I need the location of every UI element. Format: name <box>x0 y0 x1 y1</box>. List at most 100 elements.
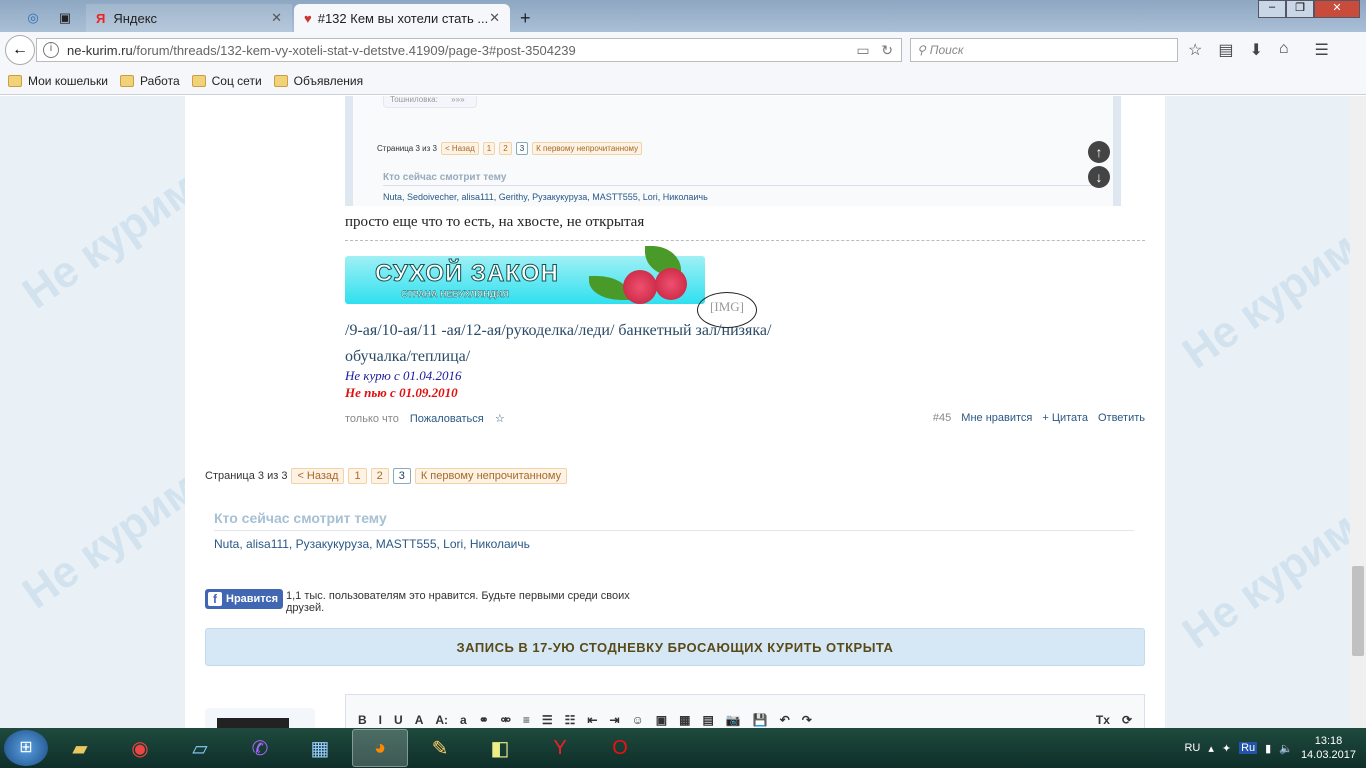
start-button[interactable]: ⊞ <box>4 730 48 766</box>
volume-icon[interactable]: 🔈 <box>1279 742 1293 755</box>
editor-button[interactable]: a <box>460 713 467 728</box>
editor-button[interactable]: A: <box>435 713 448 728</box>
editor-button[interactable]: ↶ <box>780 713 790 728</box>
pager-page[interactable]: 1 <box>348 468 367 484</box>
pager-page-current[interactable]: 3 <box>515 142 529 155</box>
explorer-icon[interactable]: ▰ <box>52 729 108 767</box>
firefox-icon[interactable]: ◕ <box>352 729 408 767</box>
pager-page[interactable]: 2 <box>499 142 512 155</box>
editor-button[interactable]: ⇤ <box>587 713 597 728</box>
reading-list-icon[interactable]: ▤ <box>1218 40 1233 60</box>
bookmark-folder[interactable]: Работа <box>120 74 180 88</box>
bookmark-label: Мои кошельки <box>28 74 109 88</box>
download-icon[interactable]: ⬇ <box>1249 40 1262 60</box>
home-icon[interactable]: ⌂ <box>1279 40 1289 60</box>
address-bar[interactable]: i ne-kurim.ru/forum/threads/132-kem-vy-x… <box>36 38 902 62</box>
bookmark-folder[interactable]: Соц сети <box>191 74 262 88</box>
facebook-like-label: Нравится <box>226 593 279 605</box>
embedded-pager: Страница 3 из 3 < Назад 1 2 3 К первому … <box>377 142 643 155</box>
editor-button[interactable]: I <box>379 713 382 728</box>
close-window-button[interactable]: ✕ <box>1314 0 1360 18</box>
editor-button[interactable]: ▤ <box>702 713 713 728</box>
pager-unread[interactable]: К первому непрочитанному <box>532 142 643 155</box>
editor-button[interactable]: 💾 <box>753 713 768 728</box>
editor-button[interactable]: ≡ <box>523 713 530 728</box>
editor-button[interactable]: ⚭ <box>479 713 489 728</box>
editor-button[interactable]: ▣ <box>656 713 667 728</box>
sticky-notes-icon[interactable]: ◧ <box>472 729 528 767</box>
signature-links[interactable]: обучалка/теплица/ <box>345 348 470 366</box>
pager-back[interactable]: < Назад <box>440 142 479 155</box>
facebook-like-text: 1,1 тыс. пользователям это нравится. Буд… <box>286 590 630 614</box>
scrollbar[interactable] <box>1350 96 1366 728</box>
menu-icon[interactable]: ☰ <box>1315 40 1329 60</box>
bookmark-folder[interactable]: Мои кошельки <box>8 74 108 88</box>
yandex-icon: Я <box>96 10 106 26</box>
reply-link[interactable]: Ответить <box>1098 412 1145 424</box>
pager-unread[interactable]: К первому непрочитанному <box>414 468 568 484</box>
signature-banner: СУХОЙ ЗАКОН СТРАНА НЕБУХЛЯНДИЯ <box>345 246 705 304</box>
viber-icon[interactable]: ✆ <box>232 729 288 767</box>
pager-page-current[interactable]: 3 <box>392 468 411 484</box>
bookmark-folder[interactable]: Объявления <box>273 74 363 88</box>
bookmark-label: Соц сети <box>211 74 262 88</box>
paint-icon[interactable]: ✎ <box>412 729 468 767</box>
pager-back[interactable]: < Назад <box>291 468 345 484</box>
editor-button[interactable]: ⚮ <box>501 713 511 728</box>
tray-expand-icon[interactable]: ▴ <box>1208 742 1214 755</box>
tray-app-icon[interactable]: ✦ <box>1222 742 1231 755</box>
notepad-icon[interactable]: ▱ <box>172 729 228 767</box>
watching-users[interactable]: Nuta, alisa111, Рузакукуруза, MASTT555, … <box>214 537 530 551</box>
tab-forum[interactable]: ♥ #132 Кем вы хотели стать ... ✕ <box>294 4 510 32</box>
close-tab-icon[interactable]: ✕ <box>271 10 282 26</box>
editor-button[interactable]: B <box>358 713 367 728</box>
calculator-icon[interactable]: ▦ <box>292 729 348 767</box>
editor-button[interactable]: Tx <box>1096 713 1110 728</box>
folder-icon <box>273 75 288 87</box>
editor-button[interactable]: 📷 <box>726 713 741 728</box>
editor-button[interactable]: ▦ <box>679 713 690 728</box>
pager-page[interactable]: 1 <box>482 142 496 155</box>
target-icon: ◎ <box>27 10 39 25</box>
post-number[interactable]: #45 <box>933 412 951 424</box>
language-indicator[interactable]: RU <box>1184 742 1200 754</box>
report-link[interactable]: Пожаловаться <box>410 413 484 425</box>
reload-icon[interactable]: ▭ ↻ <box>856 42 893 59</box>
facebook-like-button[interactable]: f Нравится <box>205 589 283 609</box>
signature-links[interactable]: /9-ая/10-ая/11 -ая/12-ая/рукоделка/леди/… <box>345 322 771 340</box>
editor-button[interactable]: ☷ <box>565 713 576 728</box>
new-tab-button[interactable]: + <box>510 4 541 32</box>
editor-button[interactable]: ☺ <box>632 713 644 728</box>
tab-yandex[interactable]: Я Яндекс ✕ <box>86 4 292 32</box>
editor-button[interactable]: ↷ <box>802 713 812 728</box>
chrome-icon[interactable]: ◉ <box>112 729 168 767</box>
like-link[interactable]: Мне нравится <box>961 412 1032 424</box>
keyboard-switcher[interactable]: Ru <box>1239 742 1258 754</box>
editor-button[interactable]: ⇥ <box>609 713 619 728</box>
bookmark-star-icon[interactable]: ☆ <box>495 413 505 425</box>
network-icon[interactable]: ▮ <box>1265 742 1271 755</box>
quote-link[interactable]: + Цитата <box>1042 412 1088 424</box>
opera-icon[interactable]: O <box>592 729 648 767</box>
close-tab-icon[interactable]: ✕ <box>489 10 500 26</box>
editor-button[interactable]: U <box>394 713 403 728</box>
editor-button[interactable]: ⟳ <box>1122 713 1132 728</box>
minimize-button[interactable]: – <box>1258 0 1286 18</box>
info-icon[interactable]: i <box>43 42 59 58</box>
back-button[interactable]: ← <box>5 35 35 65</box>
background-watermark: Не курим <box>13 462 207 619</box>
editor-toolbar: B I U A A: a ⚭ ⚮ ≡ ☰ ☷ ⇤ ⇥ ☺ ▣ ▦ ▤ 📷 💾 ↶ ↷ Tx ⟳ <box>345 694 1145 728</box>
yandex-browser-icon[interactable]: Y <box>532 729 588 767</box>
search-input[interactable]: ⚲ Поиск <box>910 38 1178 62</box>
avatar <box>205 708 315 728</box>
maximize-button[interactable]: ❐ <box>1286 0 1314 18</box>
scrollbar-thumb[interactable] <box>1352 566 1364 656</box>
editor-button[interactable]: ☰ <box>542 713 553 728</box>
bookmark-star-icon[interactable]: ☆ <box>1188 40 1202 60</box>
clock[interactable]: 13:18 14.03.2017 <box>1301 734 1356 762</box>
announcement-banner[interactable]: ЗАПИСЬ В 17-УЮ СТОДНЕВКУ БРОСАЮЩИХ КУРИТ… <box>205 628 1145 666</box>
pinned-tab[interactable]: ▣ <box>50 4 80 32</box>
pinned-tab[interactable]: ◎ <box>18 4 48 32</box>
editor-button[interactable]: A <box>415 713 424 728</box>
pager-page[interactable]: 2 <box>370 468 389 484</box>
